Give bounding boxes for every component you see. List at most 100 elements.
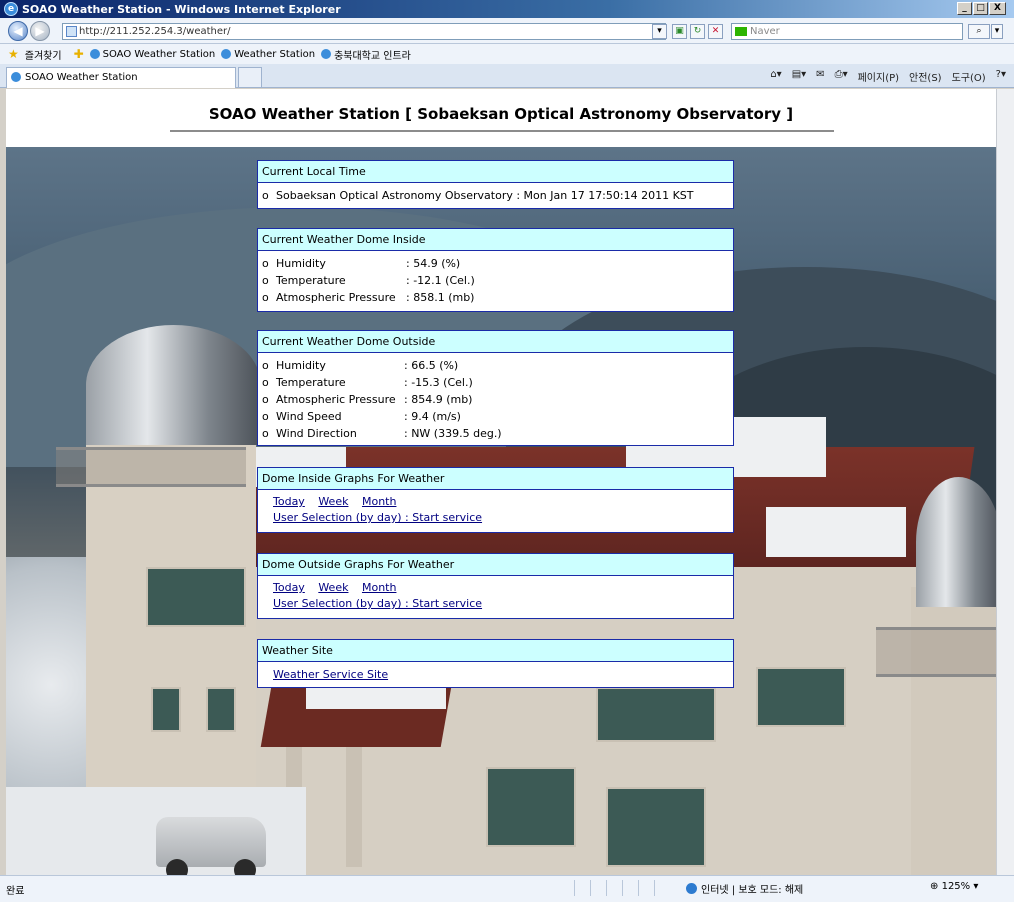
favorite-item[interactable]: 충북대학교 인트라 [321,47,411,62]
left-balcony-railing [56,447,246,487]
favorites-star-icon[interactable]: ★ [8,47,19,61]
minimize-button[interactable]: _ [957,2,972,15]
inside-graph-today-link[interactable]: Today [273,495,305,508]
local-time-panel: Current Local Time o Sobaeksan Optical A… [257,160,734,209]
search-options-icon[interactable]: ▾ [991,24,1003,39]
outside-graph-today-link[interactable]: Today [273,581,305,594]
panel-body: Today Week Month User Selection (by day)… [258,490,733,529]
panel-body: o Humidity : 66.5 (%) o Temperature : -1… [258,353,733,445]
reading-row: o Temperature : -12.1 (Cel.) [262,274,475,287]
compat-view-icon[interactable]: ▣ [672,24,687,39]
panel-header: Weather Site [258,640,733,662]
zoom-level[interactable]: ⊕ 125% ▾ [930,881,978,892]
reading-value: : -15.3 (Cel.) [404,376,473,389]
stop-icon[interactable]: ✕ [708,24,723,39]
refresh-icon[interactable]: ↻ [690,24,705,39]
panel-header: Dome Inside Graphs For Weather [258,468,733,490]
bullet: o [262,189,269,202]
panel-header: Dome Outside Graphs For Weather [258,554,733,576]
ie-page-icon [321,49,332,59]
new-tab-button[interactable] [238,67,262,88]
ie-page-icon [11,72,21,82]
reading-label: Temperature [276,376,346,389]
forward-button[interactable]: ▶ [30,21,50,41]
panel-header: Current Local Time [258,161,733,183]
reading-value: : 66.5 (%) [404,359,459,372]
address-input[interactable]: http://211.252.254.3/weather/ [62,23,666,40]
reading-value: : NW (339.5 deg.) [404,427,502,440]
panel-body: Today Week Month User Selection (by day)… [258,576,733,615]
reading-label: Atmospheric Pressure [276,393,396,406]
page-menu[interactable]: 페이지(P) [858,69,899,84]
reading-value: : 858.1 (mb) [406,291,475,304]
inside-graph-week-link[interactable]: Week [318,495,348,508]
page-icon [66,26,77,37]
favorites-label[interactable]: 즐겨찾기 [25,47,62,62]
print-icon[interactable]: ⎙▾ [835,69,848,84]
feeds-icon[interactable]: ▤▾ [792,69,806,84]
mail-icon[interactable]: ✉ [816,69,824,84]
ie-page-icon [89,49,100,59]
local-time-text: Sobaeksan Optical Astronomy Observatory … [276,189,694,202]
panel-body: o Sobaeksan Optical Astronomy Observator… [258,183,733,207]
reading-label: Wind Speed [276,410,342,423]
tools-menu[interactable]: 도구(O) [952,69,986,84]
reading-label: Atmospheric Pressure [276,291,396,304]
panel-body: Weather Service Site [258,662,733,686]
panel-header: Current Weather Dome Outside [258,331,733,353]
command-bar: ⌂▾ ▤▾ ✉ ⎙▾ 페이지(P) 안전(S) 도구(O) ?▾ [770,69,1006,84]
search-placeholder: Naver [750,26,780,37]
address-row: ◀ ▶ http://211.252.254.3/weather/ ▾ ▣ ↻ … [0,18,1014,44]
favorite-item[interactable]: SOAO Weather Station [89,49,215,60]
reading-row: o Humidity : 54.9 (%) [262,257,461,270]
inside-user-selection-link[interactable]: User Selection (by day) : Start service [273,511,482,524]
web-page: SOAO Weather Station [ Sobaeksan Optical… [6,89,996,875]
outside-user-selection-link[interactable]: User Selection (by day) : Start service [273,597,482,610]
favorites-bar: ★ 즐겨찾기 ✚ SOAO Weather Station Weather St… [0,44,1014,64]
reading-value: : 54.9 (%) [406,257,461,270]
tab-soao-weather[interactable]: SOAO Weather Station [6,67,236,88]
reading-row: o Humidity : 66.5 (%) [262,359,459,372]
reading-label: Humidity [276,257,326,270]
ie-page-icon [221,49,232,59]
dome-inside-panel: Current Weather Dome Inside o Humidity :… [257,228,734,312]
weather-service-site-link[interactable]: Weather Service Site [273,668,388,681]
inside-graph-month-link[interactable]: Month [362,495,396,508]
add-favorite-icon[interactable]: ✚ [74,47,84,61]
back-button[interactable]: ◀ [8,21,28,41]
reading-value: : 854.9 (mb) [404,393,473,406]
address-dropdown-icon[interactable]: ▾ [652,24,667,39]
reading-row: o Temperature : -15.3 (Cel.) [262,376,473,389]
maximize-button[interactable]: □ [973,2,988,15]
window [756,667,846,727]
reading-row: o Wind Speed : 9.4 (m/s) [262,410,461,423]
car-wheel [234,859,256,875]
safety-menu[interactable]: 안전(S) [909,69,942,84]
search-icon[interactable]: ⌕ [968,24,990,39]
inside-graphs-panel: Dome Inside Graphs For Weather Today Wee… [257,467,734,533]
page-title: SOAO Weather Station [ Sobaeksan Optical… [208,105,794,123]
reading-label: Temperature [276,274,346,287]
roof-snow [766,507,906,557]
home-icon[interactable]: ⌂▾ [770,69,781,84]
window [596,687,716,742]
reading-row: o Wind Direction : NW (339.5 deg.) [262,427,502,440]
right-observatory-dome [916,477,996,607]
help-icon[interactable]: ?▾ [996,69,1006,84]
window [606,787,706,867]
window-title-bar: e SOAO Weather Station - Windows Interne… [0,0,1014,18]
porch-pillar [346,747,362,867]
close-button[interactable]: X [989,2,1006,15]
status-text: 완료 [6,886,25,897]
favorite-item[interactable]: Weather Station [221,49,315,60]
outside-graph-week-link[interactable]: Week [318,581,348,594]
window [151,687,181,732]
naver-logo-icon [735,27,747,36]
vertical-scrollbar[interactable] [996,89,1014,875]
panel-body: o Humidity : 54.9 (%) o Temperature : -1… [258,251,733,309]
outside-graph-month-link[interactable]: Month [362,581,396,594]
security-zone[interactable]: 인터넷 | 보호 모드: 해제 [686,881,803,896]
search-input[interactable]: Naver [731,23,963,40]
car-wheel [166,859,188,875]
reading-row: o Atmospheric Pressure : 854.9 (mb) [262,393,473,406]
